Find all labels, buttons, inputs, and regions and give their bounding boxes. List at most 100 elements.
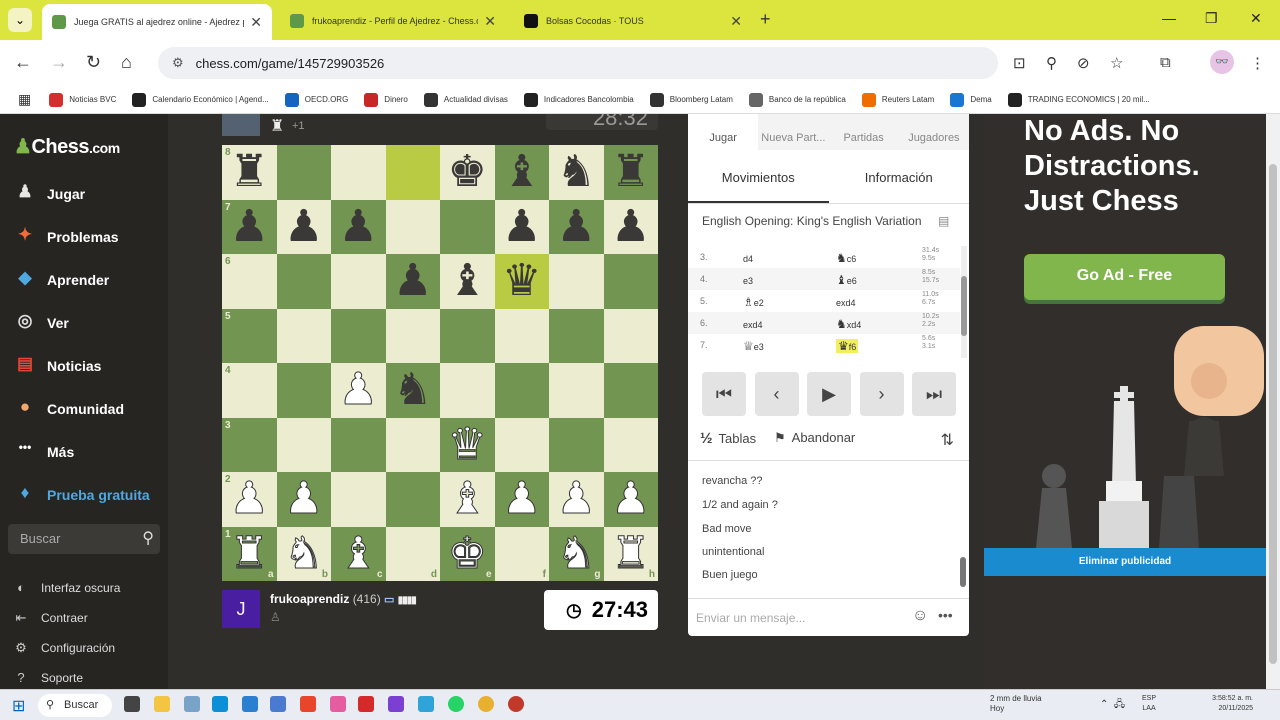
black-bishop-icon[interactable]: ♝: [448, 259, 487, 303]
username[interactable]: frukoaprendiz: [270, 592, 349, 606]
square-h6[interactable]: [603, 254, 658, 309]
windows-start-icon[interactable]: ⊞: [12, 696, 25, 716]
eye-off-icon[interactable]: ⊘: [1077, 54, 1090, 72]
emoji-icon[interactable]: ☺: [912, 607, 928, 625]
square-g2[interactable]: ♟: [549, 472, 604, 527]
white-pawn-icon[interactable]: ♟: [556, 476, 596, 521]
bookmark-item[interactable]: Bloomberg Latam: [649, 92, 733, 107]
square-b3[interactable]: [276, 417, 331, 472]
black-knight-icon[interactable]: ♞: [557, 150, 596, 194]
reload-icon[interactable]: ↻: [86, 52, 101, 73]
file-explorer-icon[interactable]: [154, 696, 170, 712]
calculator-icon[interactable]: [184, 696, 200, 712]
square-h8[interactable]: ♜: [603, 145, 658, 200]
sidebar-footer-settings[interactable]: ⚙ Configuración: [12, 640, 115, 656]
square-d5[interactable]: [385, 308, 440, 363]
square-c7[interactable]: ♟: [331, 199, 386, 254]
user-avatar[interactable]: J: [222, 590, 260, 628]
black-move-current[interactable]: ♛f6: [836, 339, 859, 353]
black-queen-icon[interactable]: ♛: [502, 259, 541, 303]
square-b1[interactable]: b ♞: [276, 526, 331, 581]
sidebar-footer-collapse[interactable]: ⇤ Contraer: [12, 610, 88, 626]
whatsapp-icon[interactable]: [448, 696, 464, 712]
site-info-icon[interactable]: ⚙: [172, 55, 184, 71]
bookmark-item[interactable]: Banco de la república: [748, 92, 846, 107]
close-tab-icon[interactable]: ✕: [484, 13, 496, 30]
sidebar-item-aprender[interactable]: ◆ Aprender: [12, 268, 109, 292]
square-f5[interactable]: [494, 308, 549, 363]
square-e6[interactable]: ♝: [440, 254, 495, 309]
tab-partidas[interactable]: Partidas: [829, 114, 899, 150]
square-a3[interactable]: 3: [222, 417, 277, 472]
next-move-button[interactable]: ›: [859, 372, 904, 416]
opponent-avatar[interactable]: [222, 114, 260, 136]
browser-menu-icon[interactable]: ⋮: [1250, 54, 1265, 72]
tab-movimientos[interactable]: Movimientos: [688, 150, 829, 203]
square-a6[interactable]: 6: [222, 254, 277, 309]
tab-chess-game[interactable]: Juega GRATIS al ajedrez online - Ajedrez…: [42, 4, 272, 40]
white-pawn-icon[interactable]: ♟: [611, 476, 651, 521]
bookmark-item[interactable]: Indicadores Bancolombia: [523, 92, 634, 107]
chat-input[interactable]: Enviar un mensaje... ☺ •••: [688, 598, 969, 636]
first-move-button[interactable]: ⏮: [702, 372, 746, 416]
bookmark-item[interactable]: Dema: [950, 92, 992, 107]
square-a4[interactable]: 4: [222, 363, 277, 418]
square-g4[interactable]: [549, 363, 604, 418]
square-e1[interactable]: e ♚: [440, 526, 495, 581]
square-a8[interactable]: 8 ♜: [222, 145, 277, 200]
square-h5[interactable]: [603, 308, 658, 363]
taskbar-search[interactable]: ⚲ Buscar: [38, 694, 112, 717]
install-app-icon[interactable]: ⊡: [1013, 54, 1026, 72]
page-scrollbar[interactable]: [1266, 114, 1280, 689]
draw-button[interactable]: ½ Tablas: [700, 430, 756, 447]
square-f3[interactable]: [494, 417, 549, 472]
black-move[interactable]: ♝e6: [836, 273, 857, 287]
black-knight-icon[interactable]: ♞: [393, 368, 432, 412]
black-move[interactable]: ♞xd4: [836, 317, 861, 331]
zoom-icon[interactable]: ⚲: [1046, 54, 1057, 72]
search-icon[interactable]: ⚲: [142, 524, 154, 554]
app-icon[interactable]: [418, 696, 434, 712]
bookmark-item[interactable]: Actualidad divisas: [423, 92, 508, 107]
tab-jugar[interactable]: Jugar: [688, 114, 759, 150]
square-f4[interactable]: [494, 363, 549, 418]
profile-avatar[interactable]: 👓: [1210, 50, 1234, 74]
black-move[interactable]: ♞c6: [836, 251, 856, 265]
square-c4[interactable]: ♟: [331, 363, 386, 418]
app-icon[interactable]: [388, 696, 404, 712]
tab-informacion[interactable]: Información: [829, 150, 970, 203]
weather-widget[interactable]: 2 mm de lluvia Hoy: [990, 694, 1042, 714]
apps-grid-icon[interactable]: ▦: [18, 91, 31, 108]
square-c3[interactable]: [331, 417, 386, 472]
square-b2[interactable]: ♟: [276, 472, 331, 527]
square-h7[interactable]: ♟: [603, 199, 658, 254]
square-a5[interactable]: 5: [222, 308, 277, 363]
sidebar-footer-support[interactable]: ? Soporte: [12, 670, 83, 685]
square-h4[interactable]: [603, 363, 658, 418]
black-pawn-icon[interactable]: ♟: [393, 259, 432, 303]
book-icon[interactable]: ▤: [938, 214, 949, 228]
app-icon[interactable]: [358, 696, 374, 712]
more-options-icon[interactable]: •••: [938, 607, 953, 623]
app-icon[interactable]: [270, 696, 286, 712]
sidebar-footer-dark-mode[interactable]: ◐ Interfaz oscura: [12, 580, 120, 595]
new-tab-plus-icon[interactable]: +: [760, 9, 771, 30]
square-f7[interactable]: ♟: [494, 199, 549, 254]
black-king-icon[interactable]: ♚: [448, 150, 487, 194]
sidebar-item-problemas[interactable]: ✦ Problemas: [12, 225, 119, 249]
square-d6[interactable]: ♟: [385, 254, 440, 309]
square-e8[interactable]: ♚: [440, 145, 495, 200]
square-c5[interactable]: [331, 308, 386, 363]
restore-icon[interactable]: ❐: [1205, 10, 1218, 27]
square-h1[interactable]: h ♜: [603, 526, 658, 581]
square-e5[interactable]: [440, 308, 495, 363]
square-g7[interactable]: ♟: [549, 199, 604, 254]
black-rook-icon[interactable]: ♜: [611, 150, 650, 194]
black-rook-icon[interactable]: ♜: [230, 150, 269, 194]
square-h2[interactable]: ♟: [603, 472, 658, 527]
sidebar-item-noticias[interactable]: ▤ Noticias: [12, 354, 102, 378]
bookmark-item[interactable]: OECD.ORG: [284, 92, 348, 107]
previous-move-button[interactable]: ‹: [754, 372, 799, 416]
white-knight-icon[interactable]: ♞: [284, 531, 324, 576]
back-arrow-icon[interactable]: ←: [14, 52, 32, 73]
